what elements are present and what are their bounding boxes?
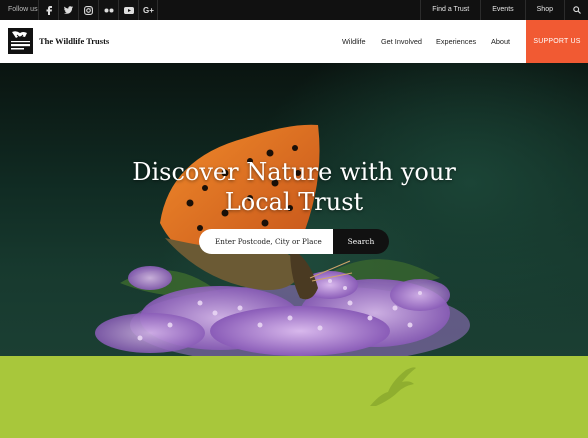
search-icon[interactable]	[564, 0, 588, 20]
headline-line-2: Local Trust	[224, 188, 364, 216]
hero-headline: Discover Nature with your Local Trust	[100, 157, 488, 217]
find-a-trust-link[interactable]: Find a Trust	[420, 0, 480, 20]
flickr-icon[interactable]	[98, 0, 118, 20]
svg-text:G+: G+	[143, 6, 154, 14]
google-plus-icon[interactable]: G+	[138, 0, 158, 20]
headline-line-1: Discover Nature with your	[132, 158, 456, 186]
main-nav: Wildlife Get Involved Experiences About	[0, 20, 588, 63]
location-search-input[interactable]: Enter Postcode, City or Place	[199, 229, 334, 254]
shop-link[interactable]: Shop	[524, 0, 564, 20]
search-button[interactable]: Search	[333, 229, 389, 254]
twitter-icon[interactable]	[58, 0, 78, 20]
hero-banner: Discover Nature with your Local Trust En…	[0, 63, 588, 356]
follow-us-label: Follow us	[8, 6, 38, 13]
nav-item-wildlife[interactable]: Wildlife	[342, 37, 366, 46]
social-links: G+	[38, 0, 158, 20]
youtube-icon[interactable]	[118, 0, 138, 20]
nav-item-experiences[interactable]: Experiences	[436, 37, 476, 46]
instagram-icon[interactable]	[78, 0, 98, 20]
top-bar: Follow us G+ Find a Trust Events Shop	[0, 0, 588, 20]
nav-item-about[interactable]: About	[491, 37, 510, 46]
events-link[interactable]: Events	[480, 0, 524, 20]
support-us-button[interactable]: SUPPORT US	[526, 20, 588, 63]
trust-search-form: Enter Postcode, City or Place Search	[199, 229, 389, 254]
facebook-icon[interactable]	[38, 0, 58, 20]
site-header: The Wildlife Trusts Wildlife Get Involve…	[0, 20, 588, 63]
green-section	[0, 356, 588, 438]
bird-icon	[370, 367, 416, 406]
nav-item-get-involved[interactable]: Get Involved	[381, 37, 422, 46]
top-links: Find a Trust Events Shop	[420, 0, 588, 20]
